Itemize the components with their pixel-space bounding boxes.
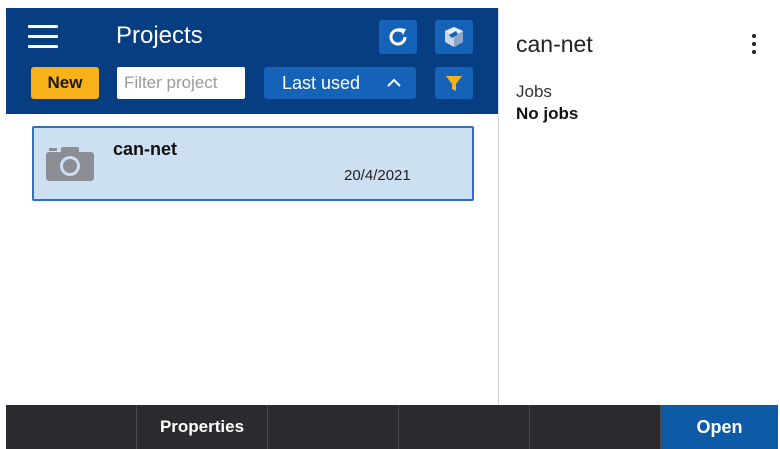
cube-icon	[445, 27, 463, 47]
jobs-value: No jobs	[516, 104, 579, 123]
project-details-pane: can-net Jobs No jobs	[499, 8, 778, 405]
filter-button[interactable]	[435, 67, 473, 99]
chevron-up-icon[interactable]	[386, 75, 402, 91]
refresh-button[interactable]	[379, 20, 417, 54]
bottom-slot-1	[6, 405, 137, 449]
bottom-slot-3	[268, 405, 399, 449]
menu-icon[interactable]	[28, 25, 58, 48]
project-row[interactable]: can-net 20/4/2021	[32, 126, 474, 201]
project-date: 20/4/2021	[344, 167, 411, 184]
sort-dropdown[interactable]: Last used	[264, 67, 416, 99]
filter-icon	[446, 76, 462, 91]
filter-project-input[interactable]	[117, 67, 245, 99]
sort-label: Last used	[282, 73, 361, 93]
projects-toolbar: Projects New Last used	[6, 8, 498, 114]
project-name: can-net	[113, 139, 178, 159]
page-title: Projects	[116, 22, 203, 49]
bottom-action-bar: Properties Open	[6, 405, 778, 449]
new-project-button[interactable]: New	[31, 67, 99, 99]
properties-button[interactable]: Properties	[137, 405, 268, 449]
refresh-icon	[389, 28, 407, 46]
app-window: Projects New Last used	[6, 8, 778, 449]
jobs-label: Jobs	[516, 82, 552, 101]
cube-button[interactable]	[435, 20, 473, 54]
camera-icon	[46, 147, 94, 181]
open-button[interactable]: Open	[661, 405, 778, 449]
bottom-slot-5	[530, 405, 661, 449]
project-list-pane: Projects New Last used	[6, 8, 498, 405]
details-title: can-net	[516, 31, 593, 57]
bottom-slot-4	[399, 405, 530, 449]
more-vert-icon[interactable]	[749, 34, 759, 58]
